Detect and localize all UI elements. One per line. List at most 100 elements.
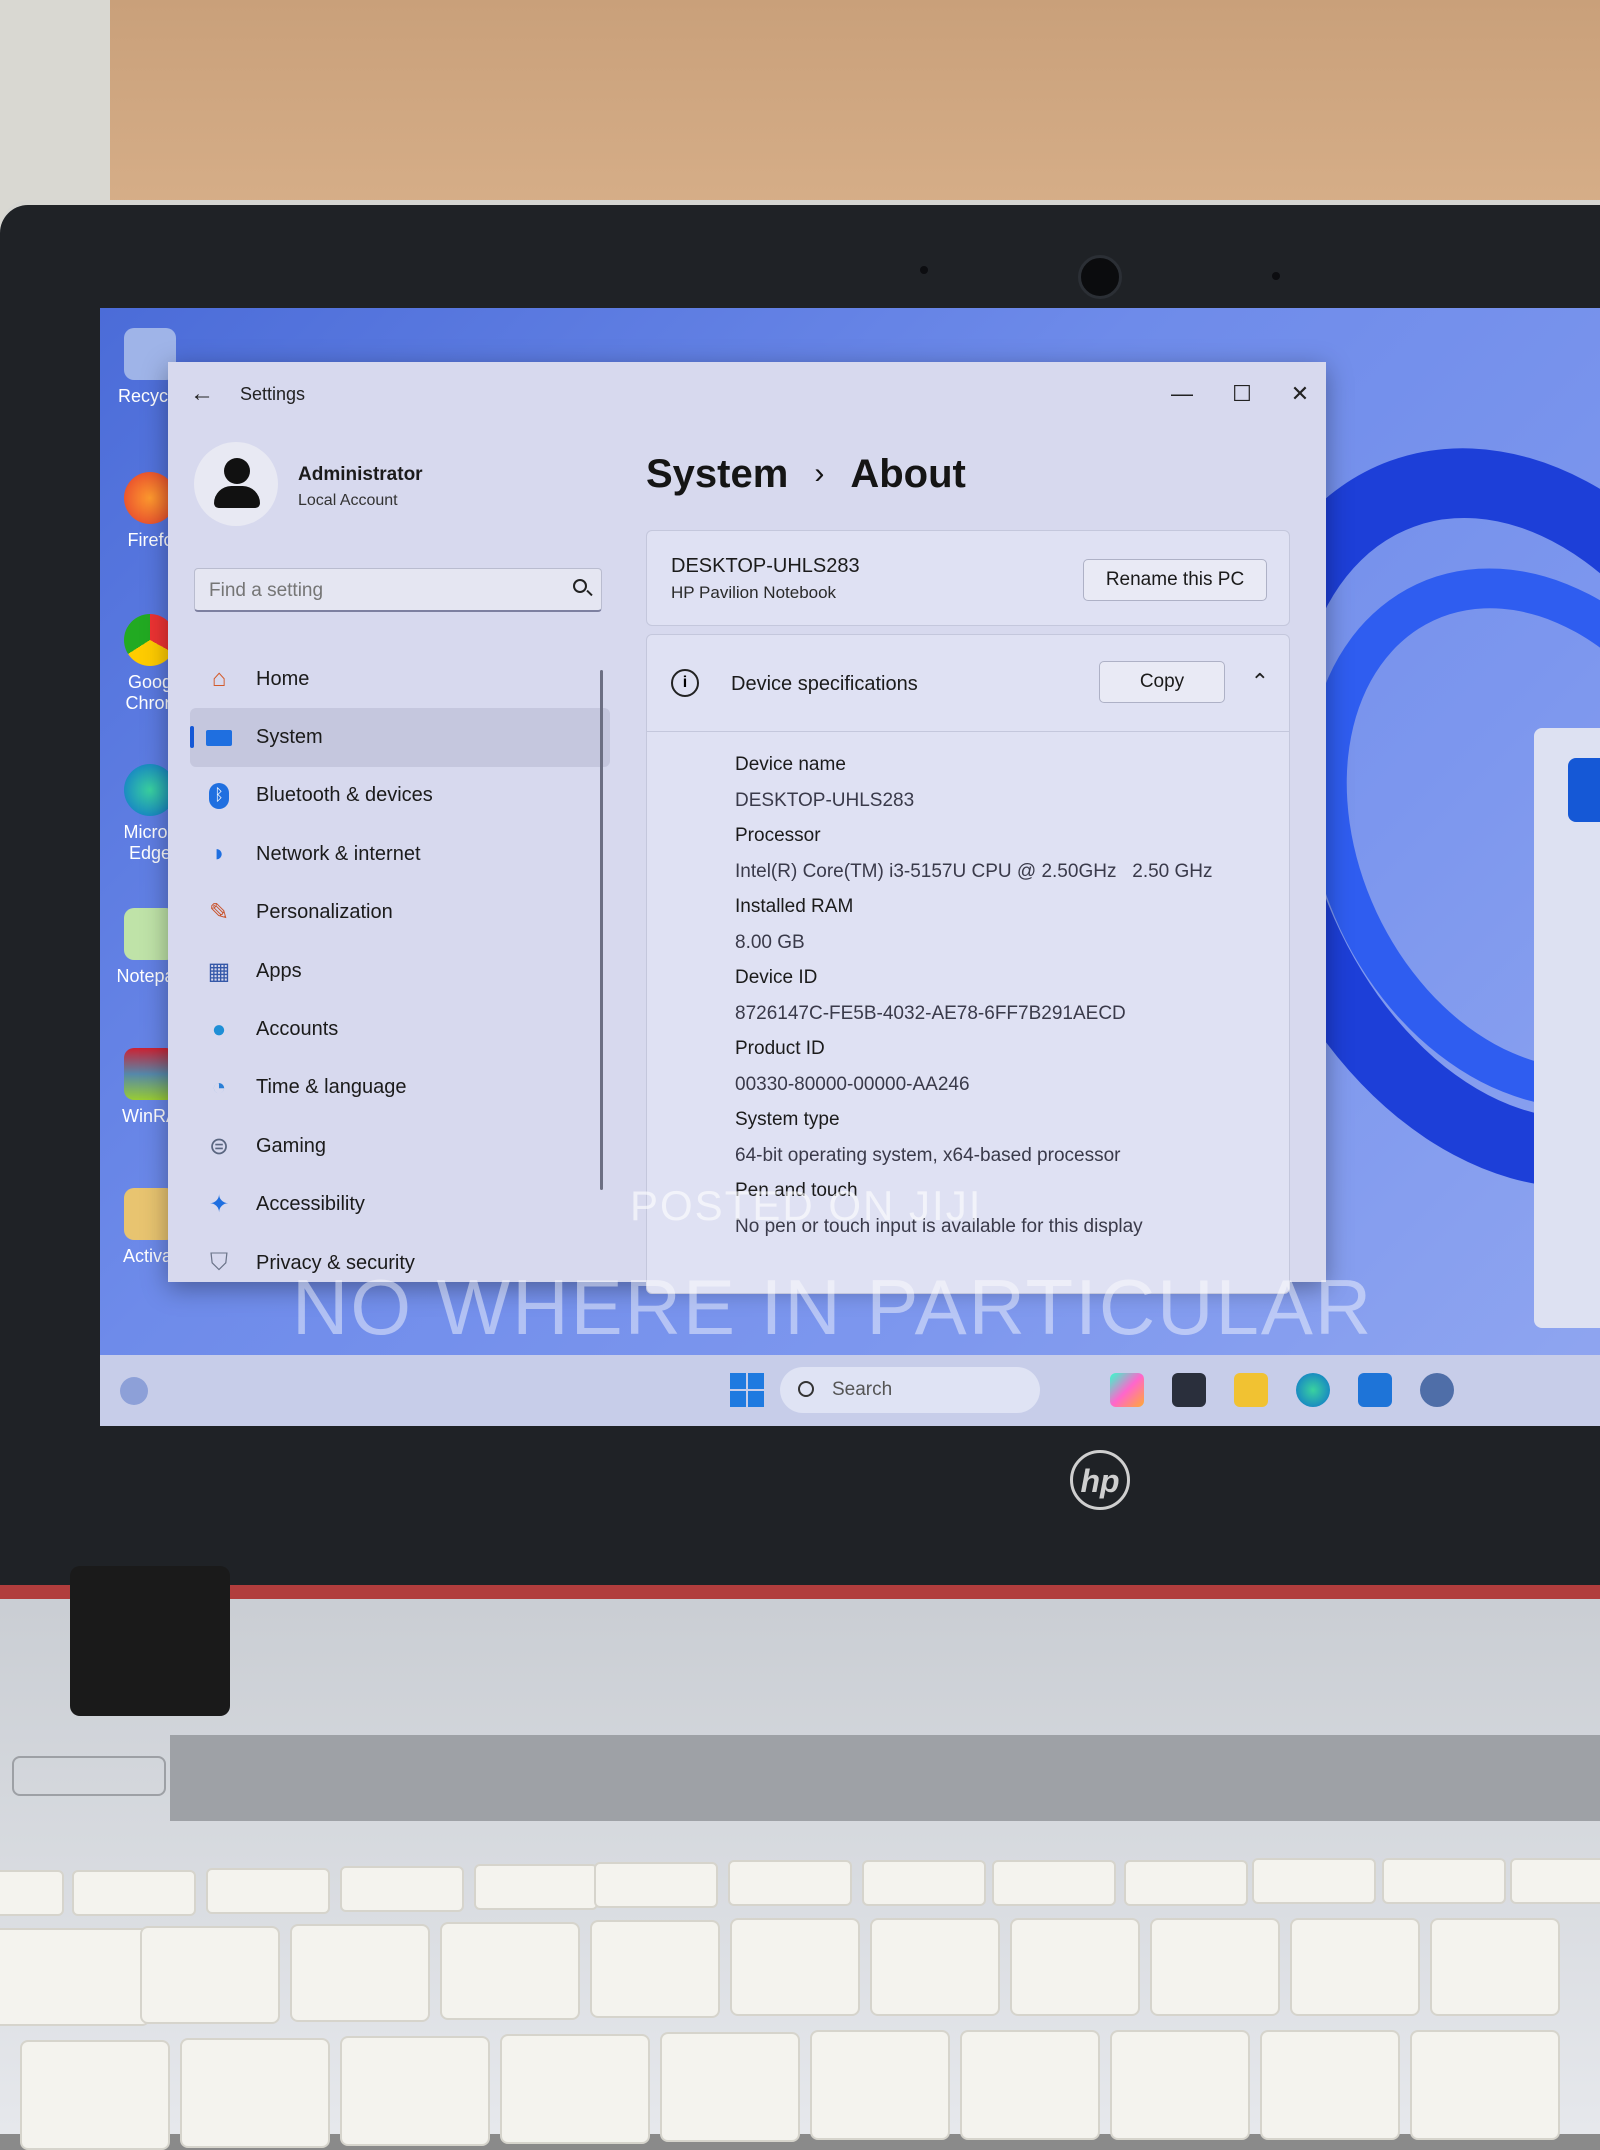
taskbar-search[interactable]: Search (780, 1367, 1040, 1413)
spec-label: System type (735, 1109, 840, 1130)
search-icon (798, 1381, 814, 1397)
app-title: Settings (240, 384, 306, 404)
search-icon[interactable] (573, 579, 587, 593)
key-1[interactable] (0, 1928, 150, 2026)
pc-name: DESKTOP-UHLS283 (671, 555, 860, 577)
sidebar-item-personalization[interactable]: ✎ Personalization (190, 884, 610, 942)
key-o[interactable] (1260, 2030, 1400, 2140)
key-5[interactable] (590, 1920, 720, 2018)
key-esc[interactable] (0, 1870, 64, 1916)
maximize-button[interactable]: ☐ (1218, 376, 1266, 412)
breadcrumb: System › About (646, 452, 966, 497)
pc-name-card: DESKTOP-UHLS283 HP Pavilion Notebook Ren… (646, 530, 1290, 626)
copilot-icon[interactable] (1110, 1373, 1144, 1407)
key-f9[interactable] (1124, 1860, 1248, 1906)
sidebar-item-label: System (256, 726, 323, 749)
key-y[interactable] (810, 2030, 950, 2140)
store-icon[interactable] (1358, 1373, 1392, 1407)
key-i[interactable] (1110, 2030, 1250, 2140)
chevron-up-icon[interactable]: ⌃ (1251, 669, 1269, 695)
key-f4[interactable] (474, 1864, 598, 1910)
spec-value: 64-bit operating system, x64-based proce… (735, 1144, 1121, 1166)
sidebar-item-bluetooth[interactable]: ᛒ Bluetooth & devices (190, 767, 610, 825)
sidebar-item-label: Personalization (256, 901, 393, 924)
task-view-icon[interactable] (1172, 1373, 1206, 1407)
rename-pc-button[interactable]: Rename this PC (1083, 559, 1267, 601)
spec-value: DESKTOP-UHLS283 (735, 789, 915, 811)
webcam (1078, 255, 1122, 299)
key-2[interactable] (140, 1926, 280, 2024)
sidebar-item-label: Apps (256, 959, 302, 982)
sidebar-item-gaming[interactable]: ⊜ Gaming (190, 1117, 610, 1175)
mic-dot (920, 266, 928, 274)
file-explorer-icon[interactable] (1234, 1373, 1268, 1407)
minimize-button[interactable]: — (1158, 376, 1206, 412)
sidebar-item-time-language[interactable]: ◔ Time & language (190, 1059, 610, 1117)
key-f2[interactable] (206, 1868, 330, 1914)
key-4[interactable] (440, 1922, 580, 2020)
device-specs-header[interactable]: i Device specifications Copy ⌃ (647, 635, 1289, 732)
key-f10[interactable] (1252, 1858, 1376, 1904)
key-t[interactable] (660, 2032, 800, 2142)
key-f1[interactable] (72, 1870, 196, 1916)
copy-button[interactable]: Copy (1099, 661, 1225, 703)
bluetooth-icon: ᛒ (204, 781, 234, 811)
taskbar-search-label: Search (832, 1379, 893, 1400)
sidebar-item-home[interactable]: ⌂ Home (190, 650, 610, 708)
settings-gear-icon[interactable] (1420, 1373, 1454, 1407)
sidebar-item-accounts[interactable]: ● Accounts (190, 1000, 610, 1058)
speaker-grille (170, 1735, 1600, 1821)
key-f3[interactable] (340, 1866, 464, 1912)
sidebar-item-label: Bluetooth & devices (256, 784, 433, 807)
key-r[interactable] (500, 2034, 650, 2144)
key-f5[interactable] (594, 1862, 718, 1908)
widgets-icon[interactable] (120, 1377, 148, 1405)
key-8[interactable] (1010, 1918, 1140, 2016)
key-6[interactable] (730, 1918, 860, 2016)
page-title: About (850, 452, 966, 496)
account-name: Administrator (298, 464, 423, 485)
key-9[interactable] (1150, 1918, 1280, 2016)
close-button[interactable]: ✕ (1276, 376, 1324, 412)
key-f12[interactable] (1510, 1858, 1600, 1904)
info-icon: i (671, 669, 699, 697)
key-w[interactable] (180, 2038, 330, 2148)
find-setting-search[interactable] (194, 568, 602, 612)
key-0[interactable] (1290, 1918, 1420, 2016)
mic-dot (1272, 272, 1280, 280)
person-icon: ● (211, 1015, 227, 1043)
spec-value: 8.00 GB (735, 931, 805, 953)
sidebar-item-apps[interactable]: ▦ Apps (190, 942, 610, 1000)
key-f7[interactable] (862, 1860, 986, 1906)
key-u[interactable] (960, 2030, 1100, 2140)
spec-label: Product ID (735, 1038, 825, 1059)
nav-scrollbar[interactable] (600, 670, 603, 1190)
key-f6[interactable] (728, 1860, 852, 1906)
breadcrumb-parent[interactable]: System (646, 452, 788, 496)
key-minus[interactable] (1430, 1918, 1560, 2016)
key-7[interactable] (870, 1918, 1000, 2016)
brush-icon: ✎ (208, 899, 230, 927)
power-button[interactable] (12, 1756, 166, 1796)
quick-settings-panel (1534, 728, 1600, 1328)
key-p[interactable] (1410, 2030, 1560, 2140)
sidebar-item-system[interactable]: System (190, 708, 610, 767)
key-3[interactable] (290, 1924, 430, 2022)
sidebar-item-network[interactable]: ◗ Network & internet (190, 825, 610, 883)
key-e[interactable] (340, 2036, 490, 2146)
key-f8[interactable] (992, 1860, 1116, 1906)
edge-taskbar-icon[interactable] (1296, 1373, 1330, 1407)
search-input[interactable] (207, 577, 551, 605)
sidebar-item-accessibility[interactable]: ✦ Accessibility (190, 1176, 610, 1234)
spec-label: Processor (735, 825, 821, 846)
back-button[interactable]: ← (190, 380, 214, 408)
key-f11[interactable] (1382, 1858, 1506, 1904)
watermark-posted: POSTED ON JIJI (630, 1182, 983, 1229)
avatar[interactable] (194, 442, 278, 526)
start-button[interactable] (730, 1373, 764, 1407)
watermark-location: NO WHERE IN PARTICULAR (292, 1263, 1374, 1351)
sidebar-item-label: Accounts (256, 1018, 339, 1041)
wifi-toggle[interactable] (1568, 758, 1600, 822)
home-icon: ⌂ (211, 665, 227, 693)
hp-logo: hp (1070, 1450, 1130, 1510)
